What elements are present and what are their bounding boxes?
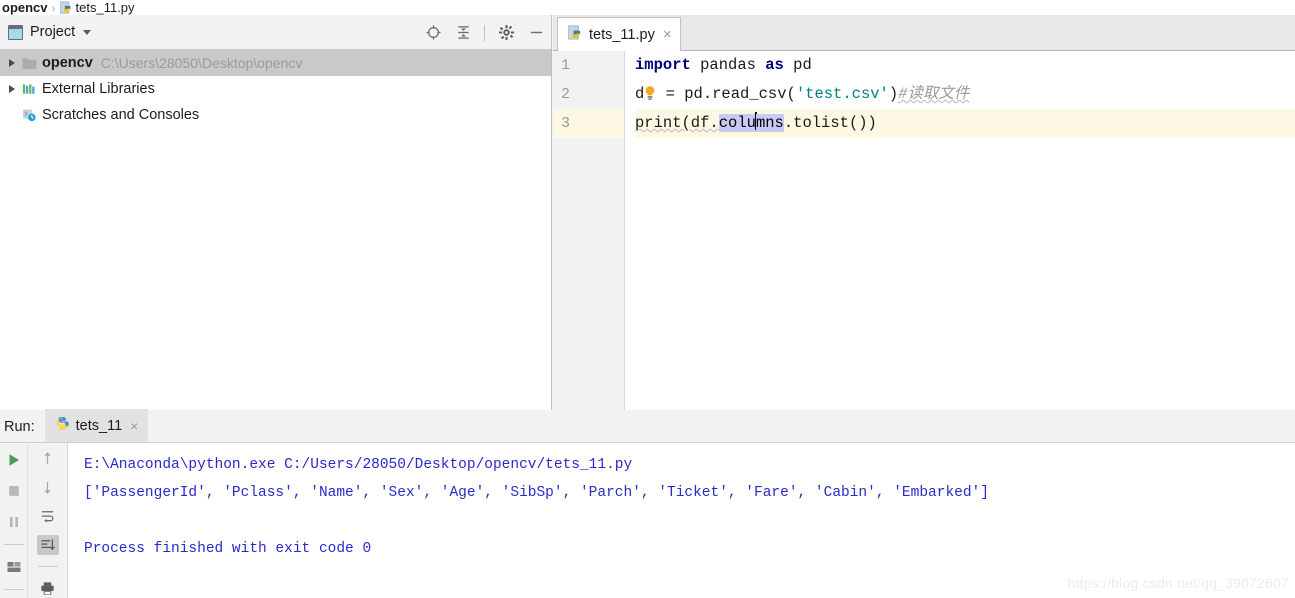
- keyword-import: import: [635, 56, 691, 74]
- code-text[interactable]: import pandas as pd d = pd.read_csv('tes…: [625, 51, 1295, 410]
- run-tab-tets_11[interactable]: tets_11 ×: [44, 409, 149, 442]
- tree-node-label: External Libraries: [42, 81, 155, 97]
- run-panel-label: Run:: [4, 419, 35, 435]
- breadcrumb: opencv › tets_11.py: [0, 0, 1295, 15]
- python-file-icon: [567, 25, 583, 44]
- breadcrumb-separator: ›: [51, 0, 56, 15]
- run-panel-header: Run: tets_11 ×: [0, 409, 1295, 443]
- sidebar-item-scratches-and-consoles[interactable]: Scratches and Consoles: [0, 102, 551, 128]
- line-number: 2: [561, 86, 571, 103]
- run-secondary-toolbar: [28, 443, 68, 598]
- editor-tab-strip: tets_11.py ×: [553, 15, 1295, 51]
- tree-node-label: opencv: [42, 55, 93, 71]
- tree-node-path: C:\Users\28050\Desktop\opencv: [100, 55, 303, 71]
- toolbar-divider: [37, 566, 58, 568]
- folder-icon: [20, 57, 38, 70]
- arrow-up-icon[interactable]: [37, 449, 59, 469]
- run-primary-toolbar: [0, 443, 28, 598]
- console-line: E:\Anaconda\python.exe C:/Users/28050/De…: [84, 457, 633, 473]
- editor-gutter[interactable]: 1 2 3: [553, 51, 625, 410]
- gear-icon[interactable]: [497, 24, 515, 42]
- comment-text: #读取文件: [898, 85, 970, 103]
- chevron-down-icon[interactable]: [83, 29, 92, 35]
- restore-layout-icon[interactable]: [3, 556, 25, 578]
- run-icon[interactable]: [3, 449, 25, 471]
- chevron-right-icon[interactable]: [4, 85, 20, 93]
- toolbar-divider: [484, 24, 485, 41]
- code-line-3: print(df.columns.tolist()): [635, 109, 1295, 138]
- lightbulb-intention-icon[interactable]: [643, 84, 657, 101]
- breadcrumb-file[interactable]: tets_11.py: [76, 0, 135, 15]
- close-icon[interactable]: ×: [663, 26, 672, 43]
- editor-scrollbar[interactable]: [1281, 15, 1295, 410]
- tab-label: tets_11.py: [589, 26, 655, 43]
- project-tree: opencv C:\Users\28050\Desktop\opencv Ext…: [0, 50, 551, 128]
- chevron-right-icon[interactable]: [4, 59, 20, 67]
- line-number: 1: [561, 57, 571, 74]
- tree-node-label: Scratches and Consoles: [42, 107, 200, 123]
- selected-text-part1: colu: [718, 114, 756, 132]
- code-line-1: import pandas as pd: [635, 51, 1295, 80]
- selected-text-part2: mns: [755, 114, 784, 132]
- run-tab-label: tets_11: [75, 417, 123, 434]
- scroll-to-end-icon[interactable]: [36, 535, 59, 556]
- pycharm-window: opencv › tets_11.py Project opencv C:\Us…: [0, 0, 1295, 598]
- module-alias: pd: [783, 56, 812, 74]
- project-tool-window: Project opencv C:\Users\28050\Desktop\op…: [0, 15, 552, 410]
- toolbar-divider: [3, 544, 24, 545]
- stop-icon[interactable]: [3, 480, 25, 502]
- tab-tets_11-py[interactable]: tets_11.py ×: [557, 17, 681, 51]
- sidebar-item-external-libraries[interactable]: External Libraries: [0, 76, 551, 102]
- minimize-icon[interactable]: [527, 24, 545, 42]
- python-icon: [55, 416, 70, 435]
- tolist-call: .tolist()): [783, 114, 877, 132]
- project-panel-toolbar: [424, 15, 545, 50]
- project-window-icon: [8, 24, 23, 40]
- sidebar-item-opencv[interactable]: opencv C:\Users\28050\Desktop\opencv: [0, 50, 551, 76]
- module-name: pandas: [690, 56, 766, 74]
- toolbar-divider: [3, 589, 24, 590]
- paren-close: ): [888, 85, 899, 103]
- project-panel-title[interactable]: Project: [30, 24, 75, 40]
- watermark: https://blog.csdn.net/qq_39072607: [1067, 575, 1289, 591]
- scratches-icon: [20, 108, 38, 122]
- editor-region: tets_11.py × 1 2 3 import pandas as pd d…: [553, 15, 1295, 410]
- close-icon[interactable]: ×: [130, 418, 138, 434]
- pause-icon[interactable]: [3, 511, 25, 533]
- line-number: 3: [553, 109, 624, 138]
- code-line-2: d = pd.read_csv('test.csv')#读取文件: [635, 80, 1295, 109]
- soft-wrap-icon[interactable]: [37, 507, 59, 527]
- print-call: print(df.: [635, 114, 719, 132]
- keyword-as: as: [765, 56, 784, 74]
- arrow-down-icon[interactable]: [37, 478, 59, 498]
- locate-icon[interactable]: [424, 24, 442, 42]
- python-file-icon: [59, 1, 73, 14]
- breadcrumb-project[interactable]: opencv: [2, 0, 48, 15]
- libraries-icon: [20, 82, 38, 96]
- console-line: Process finished with exit code 0: [84, 541, 372, 557]
- collapse-all-icon[interactable]: [454, 24, 472, 42]
- run-tool-window: Run: tets_11 × E:\Anaconda\python.exe C:…: [0, 409, 1295, 598]
- code-editor[interactable]: 1 2 3 import pandas as pd d = pd.read_cs…: [553, 51, 1295, 410]
- string-literal: 'test.csv': [795, 85, 889, 103]
- print-icon[interactable]: [37, 578, 59, 598]
- assignment-expression: = pd.read_csv(: [656, 85, 796, 103]
- project-panel-header: Project: [0, 15, 551, 50]
- console-line: ['PassengerId', 'Pclass', 'Name', 'Sex',…: [84, 485, 989, 501]
